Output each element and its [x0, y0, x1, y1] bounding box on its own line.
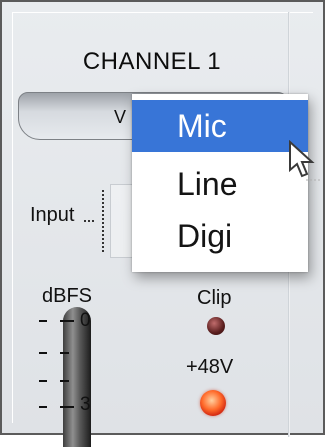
meter-tick [39, 406, 47, 408]
meter-tick [39, 380, 47, 382]
meter-tick-label: 0 [80, 310, 91, 331]
input-bracket [94, 190, 104, 252]
phantom-power-label: +48V [186, 356, 234, 378]
meter-tick [39, 352, 47, 354]
menu-item-line[interactable]: Line [132, 158, 308, 210]
clip-label: Clip [197, 287, 232, 309]
clip-indicator-led [207, 317, 225, 335]
menu-item-mic[interactable]: Mic [132, 100, 308, 152]
dbfs-label: dBFS [42, 285, 93, 307]
input-source-menu: Mic Line Digi [132, 94, 308, 272]
channel-title: CHANNEL 1 [82, 48, 222, 75]
input-label: Input [30, 204, 75, 226]
arrow-pointer-icon [289, 140, 320, 181]
input-source-select-value: V [114, 107, 127, 127]
input-bracket-tick [84, 220, 94, 222]
meter-tick [39, 320, 47, 322]
meter-tick [60, 352, 69, 354]
meter-tick [60, 380, 69, 382]
meter-tick [60, 320, 74, 322]
meter-tick-label: 3 [80, 394, 91, 415]
meter-scale: 0 3 [33, 310, 105, 437]
meter-tick [60, 406, 74, 408]
phantom-power-button[interactable] [200, 390, 226, 416]
menu-item-digi[interactable]: Digi [132, 210, 308, 262]
